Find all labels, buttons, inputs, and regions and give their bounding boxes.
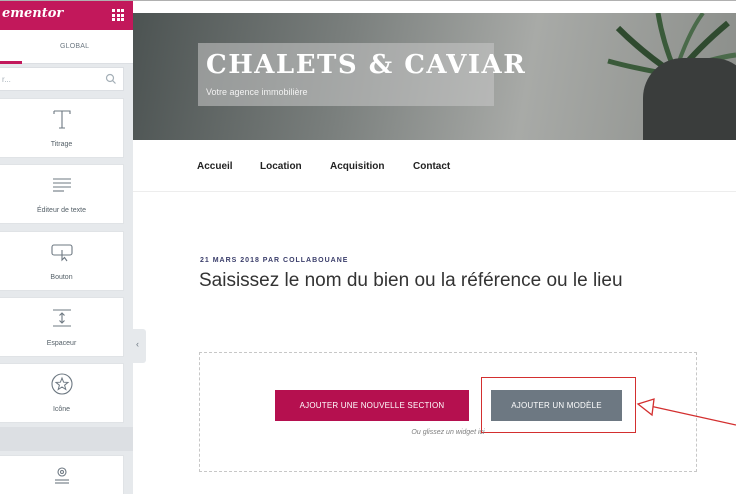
search-icon bbox=[105, 73, 116, 84]
sidebar-section-divider bbox=[0, 427, 133, 451]
widget-spacer[interactable]: Espaceur bbox=[0, 297, 124, 357]
widget-image[interactable] bbox=[0, 455, 124, 494]
hero-banner: CHALETS & CAVIAR Votre agence immobilièr… bbox=[133, 13, 736, 140]
hero-top-band bbox=[133, 1, 736, 13]
add-new-section-button[interactable]: AJOUTER UNE NOUVELLE SECTION bbox=[275, 390, 469, 421]
site-title-box: CHALETS & CAVIAR Votre agence immobilièr… bbox=[198, 43, 525, 106]
site-tagline: Votre agence immobilière bbox=[206, 87, 308, 97]
elementor-sidebar: ementor GLOBAL r... Titrage Éditeur de t… bbox=[0, 1, 133, 494]
add-section-dropzone[interactable]: AJOUTER UNE NOUVELLE SECTION AJOUTER UN … bbox=[199, 352, 697, 472]
widget-label: Éditeur de texte bbox=[36, 207, 87, 214]
sidebar-tabs: GLOBAL bbox=[0, 30, 133, 64]
widget-button[interactable]: Bouton bbox=[0, 231, 124, 291]
collapse-panel-button[interactable]: ‹ bbox=[133, 329, 146, 363]
nav-item-accueil[interactable]: Accueil bbox=[197, 161, 233, 172]
editor-window: ementor GLOBAL r... Titrage Éditeur de t… bbox=[0, 0, 736, 494]
spacer-icon bbox=[52, 309, 71, 327]
apps-grid-icon[interactable] bbox=[112, 9, 124, 21]
plant-pot bbox=[643, 58, 736, 140]
annotation-highlight-box bbox=[481, 377, 636, 433]
drop-widget-hint: Ou glissez un widget ici bbox=[411, 429, 485, 436]
widget-icon bbox=[54, 467, 69, 484]
nav-item-contact[interactable]: Contact bbox=[413, 161, 450, 172]
sidebar-header: ementor bbox=[0, 1, 133, 30]
widget-search-input[interactable]: r... bbox=[0, 67, 124, 91]
widget-label: Icône bbox=[52, 406, 71, 413]
widget-icon[interactable]: Icône bbox=[0, 363, 124, 423]
search-placeholder: r... bbox=[2, 75, 11, 84]
elementor-logo: ementor bbox=[2, 6, 64, 21]
heading-icon bbox=[52, 110, 71, 129]
widget-label: Bouton bbox=[50, 274, 73, 281]
post-meta: 21 MARS 2018 PAR COLLABOUANE bbox=[200, 257, 349, 264]
tab-global[interactable]: GLOBAL bbox=[60, 43, 89, 50]
nav-item-location[interactable]: Location bbox=[260, 161, 302, 172]
widget-label: Titrage bbox=[50, 141, 73, 148]
main-navigation: Accueil Location Acquisition Contact bbox=[133, 140, 736, 192]
text-editor-icon bbox=[52, 178, 71, 192]
widget-heading[interactable]: Titrage bbox=[0, 98, 124, 158]
widget-label: Espaceur bbox=[46, 340, 77, 347]
nav-item-acquisition[interactable]: Acquisition bbox=[330, 161, 384, 172]
post-title[interactable]: Saisissez le nom du bien ou la référence… bbox=[199, 270, 623, 292]
button-icon bbox=[50, 244, 73, 262]
widget-text-editor[interactable]: Éditeur de texte bbox=[0, 164, 124, 224]
site-title[interactable]: CHALETS & CAVIAR bbox=[206, 50, 526, 80]
tab-elements-indicator[interactable] bbox=[0, 61, 22, 64]
chevron-left-icon: ‹ bbox=[136, 339, 139, 349]
star-icon bbox=[50, 373, 73, 395]
